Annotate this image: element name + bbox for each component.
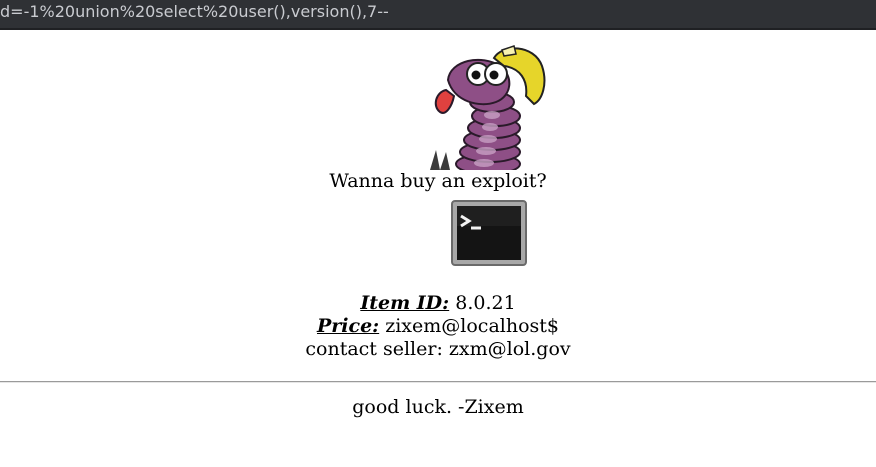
- price-label: Price:: [316, 315, 380, 337]
- page-content: Wanna buy an exploit? Item ID: 8.0.21 Pr…: [0, 30, 876, 467]
- item-id-label: Item ID:: [360, 292, 450, 314]
- item-id-row: Item ID: 8.0.21: [0, 292, 876, 315]
- contact-row: contact seller: zxm@lol.gov: [0, 338, 876, 361]
- footer-text: good luck. -Zixem: [352, 396, 524, 418]
- worm-mascot-image: [430, 45, 546, 170]
- tagline: Wanna buy an exploit?: [329, 170, 547, 192]
- horizontal-divider: [0, 381, 876, 383]
- contact-label: contact seller:: [305, 338, 443, 360]
- terminal-icon[interactable]: [451, 200, 527, 266]
- browser-address-bar[interactable]: d=-1%20union%20select%20user(),version()…: [0, 0, 876, 30]
- price-row: Price: zixem@localhost$: [0, 315, 876, 338]
- item-id-value: 8.0.21: [455, 292, 516, 314]
- item-info: Item ID: 8.0.21 Price: zixem@localhost$ …: [0, 292, 876, 361]
- contact-value: zxm@lol.gov: [448, 338, 571, 360]
- url-text[interactable]: d=-1%20union%20select%20user(),version()…: [0, 2, 389, 22]
- price-value: zixem@localhost$: [385, 315, 559, 337]
